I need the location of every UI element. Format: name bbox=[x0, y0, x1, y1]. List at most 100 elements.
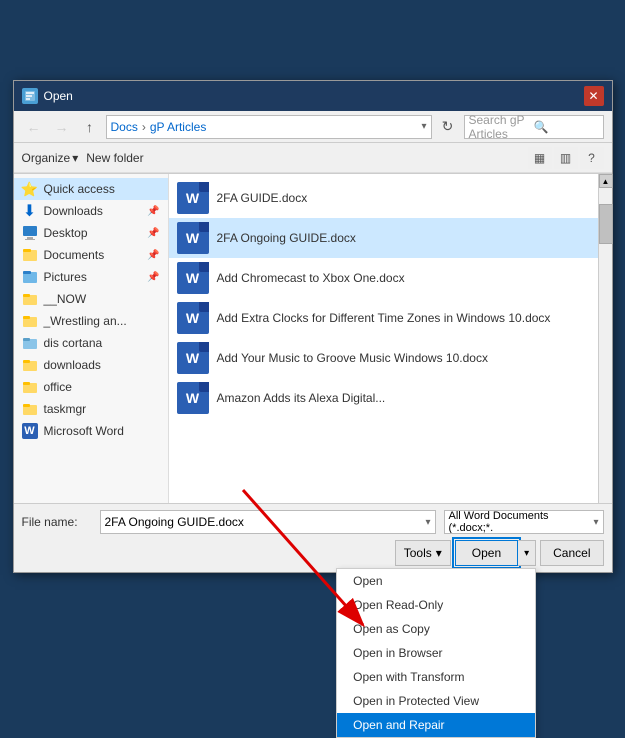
file-name: 2FA Ongoing GUIDE.docx bbox=[217, 231, 356, 245]
word-doc-icon: W bbox=[177, 342, 209, 374]
title-bar: Open ✕ bbox=[14, 81, 612, 111]
pin-icon: 📌 bbox=[147, 272, 159, 283]
file-item[interactable]: W 2FA Ongoing GUIDE.docx bbox=[169, 218, 598, 258]
pin-icon: 📌 bbox=[147, 250, 159, 261]
menu-item-open-browser[interactable]: Open in Browser bbox=[337, 641, 535, 665]
help-button[interactable]: ? bbox=[580, 147, 604, 169]
sidebar-item-pictures[interactable]: Pictures 📌 bbox=[14, 266, 168, 288]
file-item[interactable]: W Amazon Adds its Alexa Digital... bbox=[169, 378, 598, 418]
sidebar-item-label: Downloads bbox=[44, 204, 103, 218]
up-button[interactable]: ↑ bbox=[78, 115, 102, 139]
word-icon: W bbox=[22, 423, 38, 439]
new-folder-button[interactable]: New folder bbox=[86, 151, 143, 165]
file-icon: W bbox=[177, 382, 209, 414]
tools-dropdown-icon: ▾ bbox=[436, 546, 442, 560]
file-icon: W bbox=[177, 262, 209, 294]
open-button-container: Open ▾ Open Open Read-Only Open as Copy … bbox=[455, 540, 536, 566]
action-bar: Organize ▾ New folder ▦ ▥ ? bbox=[14, 143, 612, 173]
menu-item-open[interactable]: Open bbox=[337, 569, 535, 593]
breadcrumb-bar: Docs › gP Articles ▾ bbox=[106, 115, 432, 139]
pin-icon: 📌 bbox=[147, 228, 159, 239]
sidebar-item-cortana[interactable]: dis cortana bbox=[14, 332, 168, 354]
sidebar-item-label: Microsoft Word bbox=[44, 424, 124, 438]
scrollbar[interactable]: ▲ bbox=[598, 174, 612, 503]
filename-dropdown-icon[interactable]: ▾ bbox=[425, 517, 430, 528]
sidebar-item-wrestling[interactable]: _Wrestling an... bbox=[14, 310, 168, 332]
dialog-title: Open bbox=[44, 89, 73, 103]
sidebar-item-downloads[interactable]: ⬇ Downloads 📌 bbox=[14, 200, 168, 222]
word-doc-icon: W bbox=[177, 382, 209, 414]
action-row: Tools ▾ Open ▾ Open Open Read-Only Open … bbox=[22, 540, 604, 566]
view-buttons: ▦ ▥ ? bbox=[528, 147, 604, 169]
file-item[interactable]: W Add Extra Clocks for Different Time Zo… bbox=[169, 298, 598, 338]
file-name: Add Chromecast to Xbox One.docx bbox=[217, 271, 405, 285]
file-icon: W bbox=[177, 302, 209, 334]
file-name-row: File name: 2FA Ongoing GUIDE.docx ▾ All … bbox=[22, 510, 604, 534]
folder-icon bbox=[22, 313, 38, 329]
refresh-button[interactable]: ↻ bbox=[436, 115, 460, 139]
quick-access-icon: ⭐ bbox=[22, 181, 38, 197]
menu-item-open-readonly[interactable]: Open Read-Only bbox=[337, 593, 535, 617]
breadcrumb-docs[interactable]: Docs bbox=[111, 120, 138, 134]
open-dropdown-menu: Open Open Read-Only Open as Copy Open in… bbox=[336, 568, 536, 738]
open-dialog: Open ✕ ← → ↑ Docs › gP Articles ▾ ↻ Sear… bbox=[13, 80, 613, 573]
file-name-input[interactable]: 2FA Ongoing GUIDE.docx ▾ bbox=[100, 510, 436, 534]
pin-icon: 📌 bbox=[147, 206, 159, 217]
navigation-toolbar: ← → ↑ Docs › gP Articles ▾ ↻ Search gP A… bbox=[14, 111, 612, 143]
forward-button[interactable]: → bbox=[50, 115, 74, 139]
menu-item-open-transform[interactable]: Open with Transform bbox=[337, 665, 535, 689]
sidebar-item-downloads2[interactable]: downloads bbox=[14, 354, 168, 376]
sidebar-item-label: Pictures bbox=[44, 270, 87, 284]
file-name: Amazon Adds its Alexa Digital... bbox=[217, 391, 386, 405]
menu-item-open-repair[interactable]: Open and Repair bbox=[337, 713, 535, 737]
file-item[interactable]: W 2FA GUIDE.docx bbox=[169, 178, 598, 218]
sidebar: ⭐ Quick access ⬇ Downloads 📌 bbox=[14, 174, 169, 503]
file-type-value: All Word Documents (*.docx;*. bbox=[449, 510, 594, 534]
sidebar-item-label: _Wrestling an... bbox=[44, 314, 127, 328]
tools-button[interactable]: Tools ▾ bbox=[395, 540, 451, 566]
file-list: W 2FA GUIDE.docx W 2FA Ongoing GUIDE.doc… bbox=[169, 174, 598, 503]
word-doc-icon: W bbox=[177, 262, 209, 294]
sidebar-item-word[interactable]: W Microsoft Word bbox=[14, 420, 168, 442]
organize-button[interactable]: Organize ▾ bbox=[22, 151, 79, 165]
title-bar-left: Open bbox=[22, 88, 73, 104]
file-item[interactable]: W Add Your Music to Groove Music Windows… bbox=[169, 338, 598, 378]
sidebar-item-label: dis cortana bbox=[44, 336, 103, 350]
desktop-icon bbox=[22, 225, 38, 241]
pictures-icon bbox=[22, 269, 38, 285]
breadcrumb-articles[interactable]: gP Articles bbox=[150, 120, 206, 134]
folder-icon bbox=[22, 401, 38, 417]
sidebar-item-documents[interactable]: Documents 📌 bbox=[14, 244, 168, 266]
file-type-select[interactable]: All Word Documents (*.docx;*. ▾ bbox=[444, 510, 604, 534]
file-icon: W bbox=[177, 222, 209, 254]
breadcrumb-dropdown-icon[interactable]: ▾ bbox=[421, 121, 426, 132]
sidebar-item-label: taskmgr bbox=[44, 402, 87, 416]
folder-icon bbox=[22, 335, 38, 351]
sidebar-item-label: office bbox=[44, 380, 72, 394]
menu-item-open-protected[interactable]: Open in Protected View bbox=[337, 689, 535, 713]
sidebar-item-quick-access[interactable]: ⭐ Quick access bbox=[14, 178, 168, 200]
word-doc-icon: W bbox=[177, 182, 209, 214]
sidebar-item-label: Documents bbox=[44, 248, 105, 262]
sidebar-item-office[interactable]: office bbox=[14, 376, 168, 398]
search-bar[interactable]: Search gP Articles 🔍 bbox=[464, 115, 604, 139]
view-button-2[interactable]: ▥ bbox=[554, 147, 578, 169]
sidebar-item-label: Desktop bbox=[44, 226, 88, 240]
main-content: ⭐ Quick access ⬇ Downloads 📌 bbox=[14, 173, 612, 503]
sidebar-item-now[interactable]: __NOW bbox=[14, 288, 168, 310]
open-button[interactable]: Open bbox=[455, 540, 518, 566]
sidebar-item-label: downloads bbox=[44, 358, 101, 372]
cancel-button[interactable]: Cancel bbox=[540, 540, 603, 566]
file-name: Add Extra Clocks for Different Time Zone… bbox=[217, 311, 551, 325]
folder-icon bbox=[22, 291, 38, 307]
open-dropdown-button[interactable]: ▾ bbox=[518, 540, 536, 566]
view-button-1[interactable]: ▦ bbox=[528, 147, 552, 169]
close-button[interactable]: ✕ bbox=[584, 86, 604, 106]
back-button[interactable]: ← bbox=[22, 115, 46, 139]
filetype-dropdown-icon: ▾ bbox=[593, 517, 598, 528]
file-name-label: File name: bbox=[22, 515, 92, 529]
file-item[interactable]: W Add Chromecast to Xbox One.docx bbox=[169, 258, 598, 298]
sidebar-item-desktop[interactable]: Desktop 📌 bbox=[14, 222, 168, 244]
menu-item-open-copy[interactable]: Open as Copy bbox=[337, 617, 535, 641]
sidebar-item-taskmgr[interactable]: taskmgr bbox=[14, 398, 168, 420]
